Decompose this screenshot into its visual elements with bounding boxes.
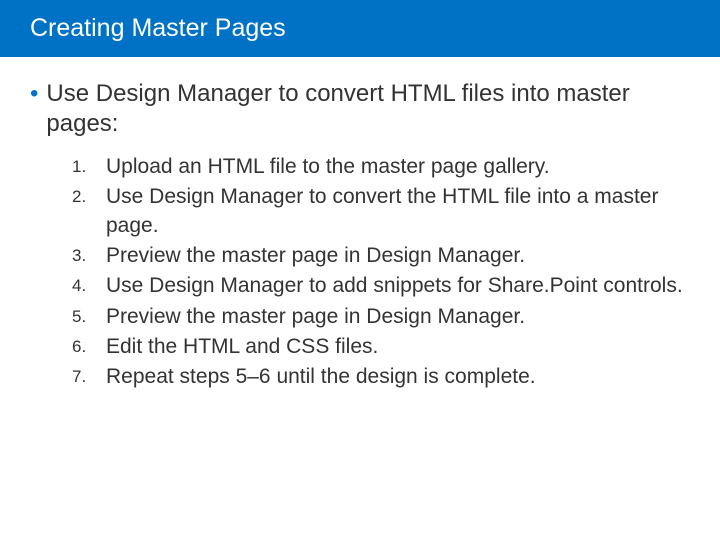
list-item: Edit the HTML and CSS files. — [72, 333, 690, 361]
slide-content: • Use Design Manager to convert HTML fil… — [0, 57, 720, 392]
step-text: Use Design Manager to convert the HTML f… — [106, 183, 690, 240]
list-item: Use Design Manager to add snippets for S… — [72, 272, 690, 300]
step-text: Preview the master page in Design Manage… — [106, 303, 690, 331]
step-text: Repeat steps 5–6 until the design is com… — [106, 363, 690, 391]
list-item: Repeat steps 5–6 until the design is com… — [72, 363, 690, 391]
intro-bullet: • Use Design Manager to convert HTML fil… — [30, 79, 690, 139]
slide-title: Creating Master Pages — [0, 0, 720, 57]
step-text: Edit the HTML and CSS files. — [106, 333, 690, 361]
list-item: Preview the master page in Design Manage… — [72, 303, 690, 331]
step-text: Preview the master page in Design Manage… — [106, 242, 690, 270]
steps-list: Upload an HTML file to the master page g… — [30, 153, 690, 392]
list-item: Use Design Manager to convert the HTML f… — [72, 183, 690, 240]
list-item: Preview the master page in Design Manage… — [72, 242, 690, 270]
bullet-icon: • — [30, 79, 38, 109]
list-item: Upload an HTML file to the master page g… — [72, 153, 690, 181]
step-text: Upload an HTML file to the master page g… — [106, 153, 690, 181]
intro-text: Use Design Manager to convert HTML files… — [46, 79, 690, 139]
step-text: Use Design Manager to add snippets for S… — [106, 272, 690, 300]
